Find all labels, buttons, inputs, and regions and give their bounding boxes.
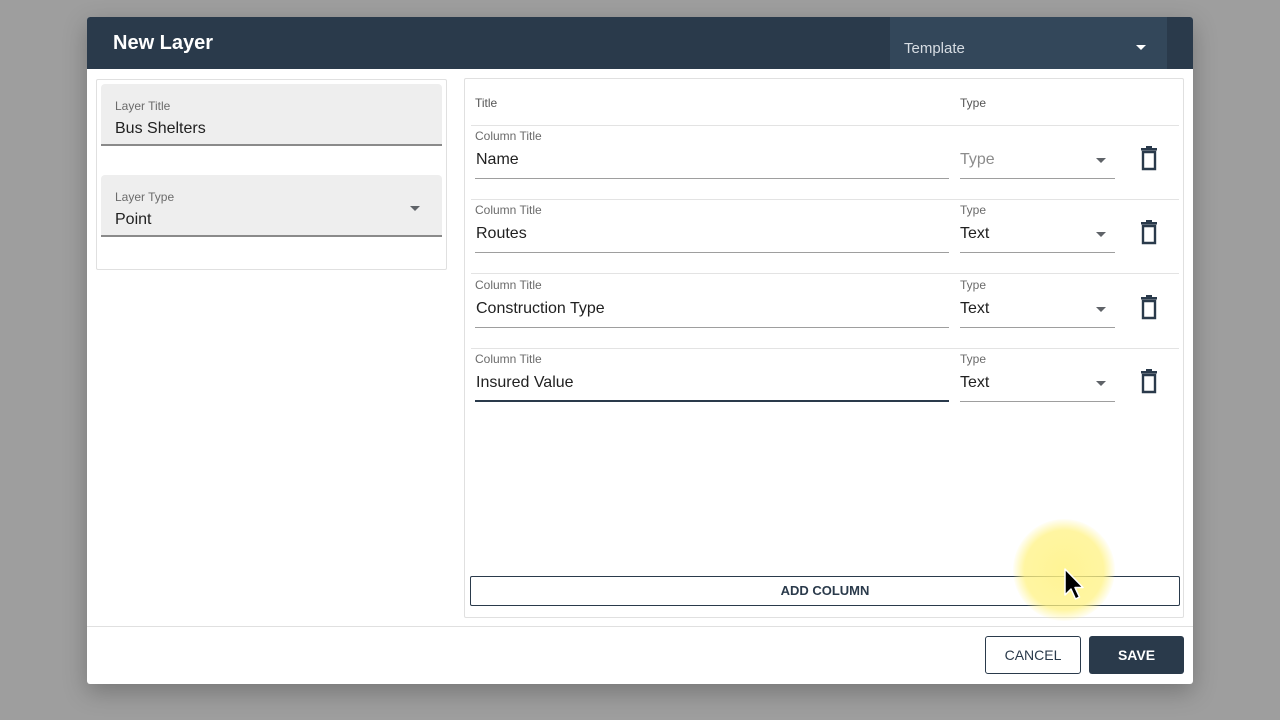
column-type-select[interactable]: Type Text (960, 274, 1115, 328)
layer-title-field[interactable]: Layer Title Bus Shelters (101, 84, 442, 146)
column-title-label: Column Title (475, 352, 542, 366)
new-layer-dialog: New Layer Template Layer Title Bus Shelt… (87, 17, 1193, 684)
mouse-pointer-icon (1064, 568, 1084, 600)
trash-icon (1141, 295, 1157, 320)
column-title-label: Column Title (475, 278, 542, 292)
chevron-down-icon (1096, 232, 1106, 237)
column-type-value: Text (960, 225, 990, 242)
column-type-select[interactable]: Type (960, 125, 1115, 179)
layer-type-select[interactable]: Layer Type Point (101, 175, 442, 237)
column-row: Column Title Routes Type Text (465, 199, 1183, 273)
template-select[interactable]: Template (890, 17, 1167, 69)
column-type-label: Type (960, 352, 987, 366)
trash-icon (1141, 146, 1157, 171)
delete-column-button[interactable] (1137, 368, 1161, 396)
trash-icon (1141, 369, 1157, 394)
column-type-select[interactable]: Type Text (960, 348, 1115, 402)
delete-column-button[interactable] (1137, 145, 1161, 173)
column-title-field[interactable]: Column Title Insured Value (475, 348, 949, 402)
column-row: Column Title Insured Value Type Text (465, 348, 1183, 422)
chevron-down-icon (1096, 158, 1106, 163)
column-type-select[interactable]: Type Text (960, 199, 1115, 253)
footer-divider (87, 626, 1193, 627)
trash-icon (1141, 220, 1157, 245)
delete-column-button[interactable] (1137, 219, 1161, 247)
column-type-value: Text (960, 300, 990, 317)
column-title-label: Column Title (475, 203, 542, 217)
column-title-field[interactable]: Column Title Construction Type (475, 274, 949, 328)
template-select-label: Template (904, 40, 965, 57)
layer-properties-panel: Layer Title Bus Shelters Layer Type Poin… (96, 79, 447, 270)
column-title-value[interactable]: Name (476, 151, 519, 169)
column-title-label: Column Title (475, 129, 542, 143)
column-type-placeholder: Type (960, 151, 995, 168)
chevron-down-icon (410, 206, 420, 211)
dialog-title: New Layer (113, 32, 214, 54)
column-header-title: Title (475, 96, 498, 110)
layer-type-label: Layer Type (115, 190, 175, 204)
column-title-field[interactable]: Column Title Routes (475, 199, 949, 253)
layer-title-value[interactable]: Bus Shelters (115, 120, 206, 138)
chevron-down-icon (1096, 307, 1106, 312)
column-title-value[interactable]: Construction Type (476, 300, 605, 318)
layer-type-value: Point (115, 211, 152, 228)
column-row: Column Title Construction Type Type Text (465, 274, 1183, 348)
column-header-type: Type (960, 96, 987, 110)
column-title-field[interactable]: Column Title Name (475, 125, 949, 179)
layer-title-label: Layer Title (115, 99, 171, 113)
column-type-label: Type (960, 278, 987, 292)
column-type-label: Type (960, 203, 987, 217)
column-title-value[interactable]: Routes (476, 225, 527, 243)
column-title-value[interactable]: Insured Value (476, 374, 574, 392)
dialog-header: New Layer Template (87, 17, 1193, 69)
chevron-down-icon (1136, 45, 1146, 50)
column-row: Column Title Name Type (465, 125, 1183, 199)
cancel-button[interactable]: CANCEL (985, 636, 1081, 674)
save-button[interactable]: SAVE (1089, 636, 1184, 674)
delete-column-button[interactable] (1137, 294, 1161, 322)
chevron-down-icon (1096, 381, 1106, 386)
column-type-value: Text (960, 374, 990, 391)
